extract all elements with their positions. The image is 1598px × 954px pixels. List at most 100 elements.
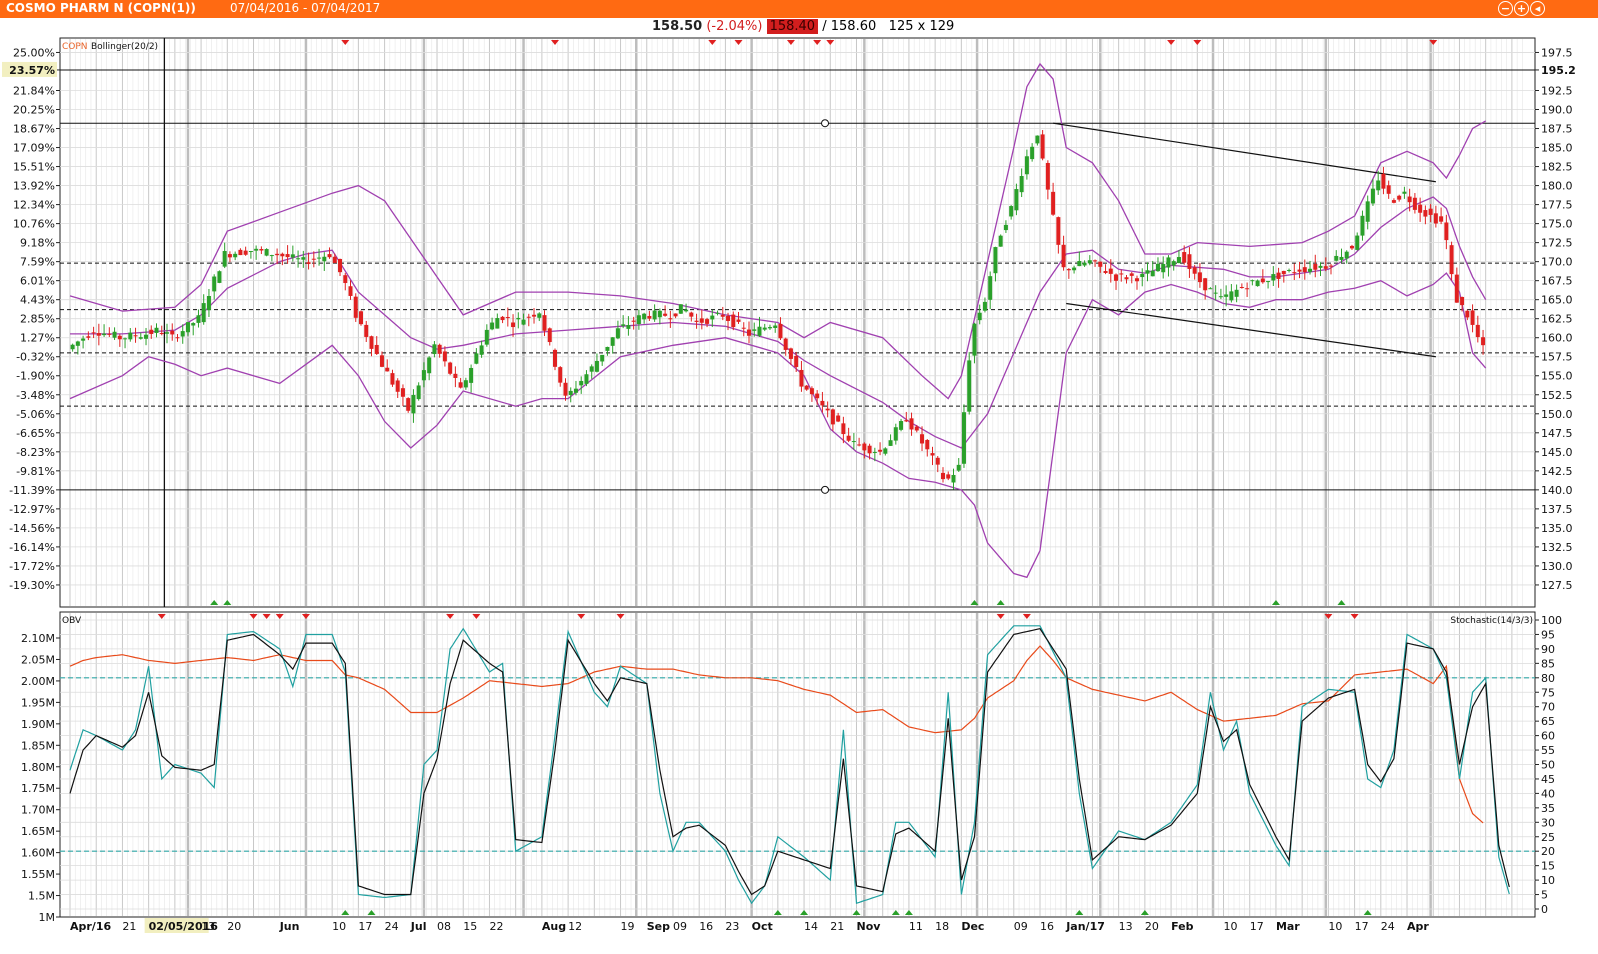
candle-body [563,382,568,396]
candle-body [930,453,935,456]
candle-body [206,295,211,311]
candle-body [1239,286,1244,288]
percent-axis-label: -8.23% [16,446,55,459]
candle-body [86,336,91,338]
percent-axis-label: 2.85% [20,313,55,326]
date-axis-label: 23 [725,920,739,933]
candle-body [1475,324,1480,338]
candle-body [710,315,715,320]
obv-axis-label: 1.5M [28,890,55,903]
candle-body [1323,266,1328,269]
candle-body [726,315,731,321]
candle-body [909,418,914,430]
ask-price: 158.60 [830,19,877,34]
zoom-in-icon[interactable]: + [1514,1,1529,16]
candle-body [1250,280,1255,282]
candle-body [757,326,762,336]
back-icon[interactable]: ◂ [1530,1,1545,16]
candle-body [91,332,96,334]
stochastic-axis-label: 10 [1541,874,1555,887]
date-axis-label: 10 [1224,920,1238,933]
candle-body [212,276,217,292]
obv-axis-label: 1.95M [21,696,55,709]
candle-body [558,367,563,383]
candle-body [222,251,227,267]
candle-body [899,421,904,430]
percent-axis-label: -17.72% [9,560,55,573]
stochastic-axis-label: 90 [1541,643,1555,656]
date-axis-label: Apr/16 [70,920,111,933]
candle-body [993,247,998,274]
candle-body [553,349,557,367]
candle-body [1370,188,1375,204]
candle-body [547,328,552,343]
candle-body [804,385,809,390]
window-title: COSMO PHARM N (COPN(1)) [6,1,196,15]
candle-body [872,452,877,454]
price-axis-label: 160.0 [1541,332,1573,345]
date-axis-label: Jan/17 [1065,920,1105,933]
candle-body [1433,213,1438,224]
candle-body [1145,270,1150,274]
price-axis-label: 147.5 [1541,427,1573,440]
candle-body [1051,191,1056,215]
percent-axis-label: 25.00% [13,46,55,59]
percent-axis-label: 15.51% [13,161,55,174]
candle-body [657,310,662,318]
candle-body [673,313,678,317]
percent-axis-label: 9.18% [20,237,55,250]
candle-body [453,373,458,378]
candle-body [70,344,75,350]
price-axis-label: 182.5 [1541,161,1573,174]
candle-body [878,449,883,452]
candle-body [946,474,951,479]
candle-body [836,415,841,422]
chart-area[interactable]: 197.5 195.2 192.5 190.0 187.5 185.0 182.5 180.0… [0,36,1598,954]
candle-body [1255,280,1260,287]
percent-axis-label: -5.06% [16,408,55,421]
candle-body [227,254,232,258]
candle-body [998,235,1003,247]
stochastic-axis-label: 40 [1541,787,1555,800]
candle-body [904,420,909,422]
price-axis-label: 130.0 [1541,560,1573,573]
candle-body [269,255,274,257]
candle-body [579,380,584,386]
candle-body [846,435,851,441]
candle-body [511,322,516,328]
candle-body [448,362,453,374]
candle-body [1187,254,1192,269]
size-readout: 125 x 129 [888,19,955,34]
candle-body [1213,292,1218,294]
zoom-out-icon[interactable]: − [1498,1,1513,16]
stochastic-axis-label: 0 [1541,903,1548,916]
candle-body [862,443,867,451]
date-axis-label: 13 [1119,920,1133,933]
candle-body [1082,262,1087,266]
date-axis-label: 19 [621,920,635,933]
candle-body [175,337,180,339]
candle-body [720,314,725,317]
date-axis-label: Aug [542,920,566,933]
candle-body [290,254,295,258]
candle-body [815,393,820,399]
percent-axis-label: 21.84% [13,84,55,97]
candle-body [1208,288,1213,290]
candle-body [1428,208,1433,215]
quote-separator: / [822,19,827,34]
candle-body [1203,278,1208,291]
percent-axis-label: 4.43% [20,294,55,307]
candle-body [437,344,442,354]
candle-body [238,249,243,256]
candle-body [191,323,196,326]
candle-body [332,256,337,263]
candle-body [75,341,80,346]
candle-body [1066,269,1071,271]
candle-body [243,250,248,255]
candle-body [280,253,285,257]
candle-body [379,355,384,367]
candle-body [773,325,778,328]
candle-body [233,253,238,258]
candle-body [857,444,862,446]
price-axis-label: 177.5 [1541,199,1573,212]
